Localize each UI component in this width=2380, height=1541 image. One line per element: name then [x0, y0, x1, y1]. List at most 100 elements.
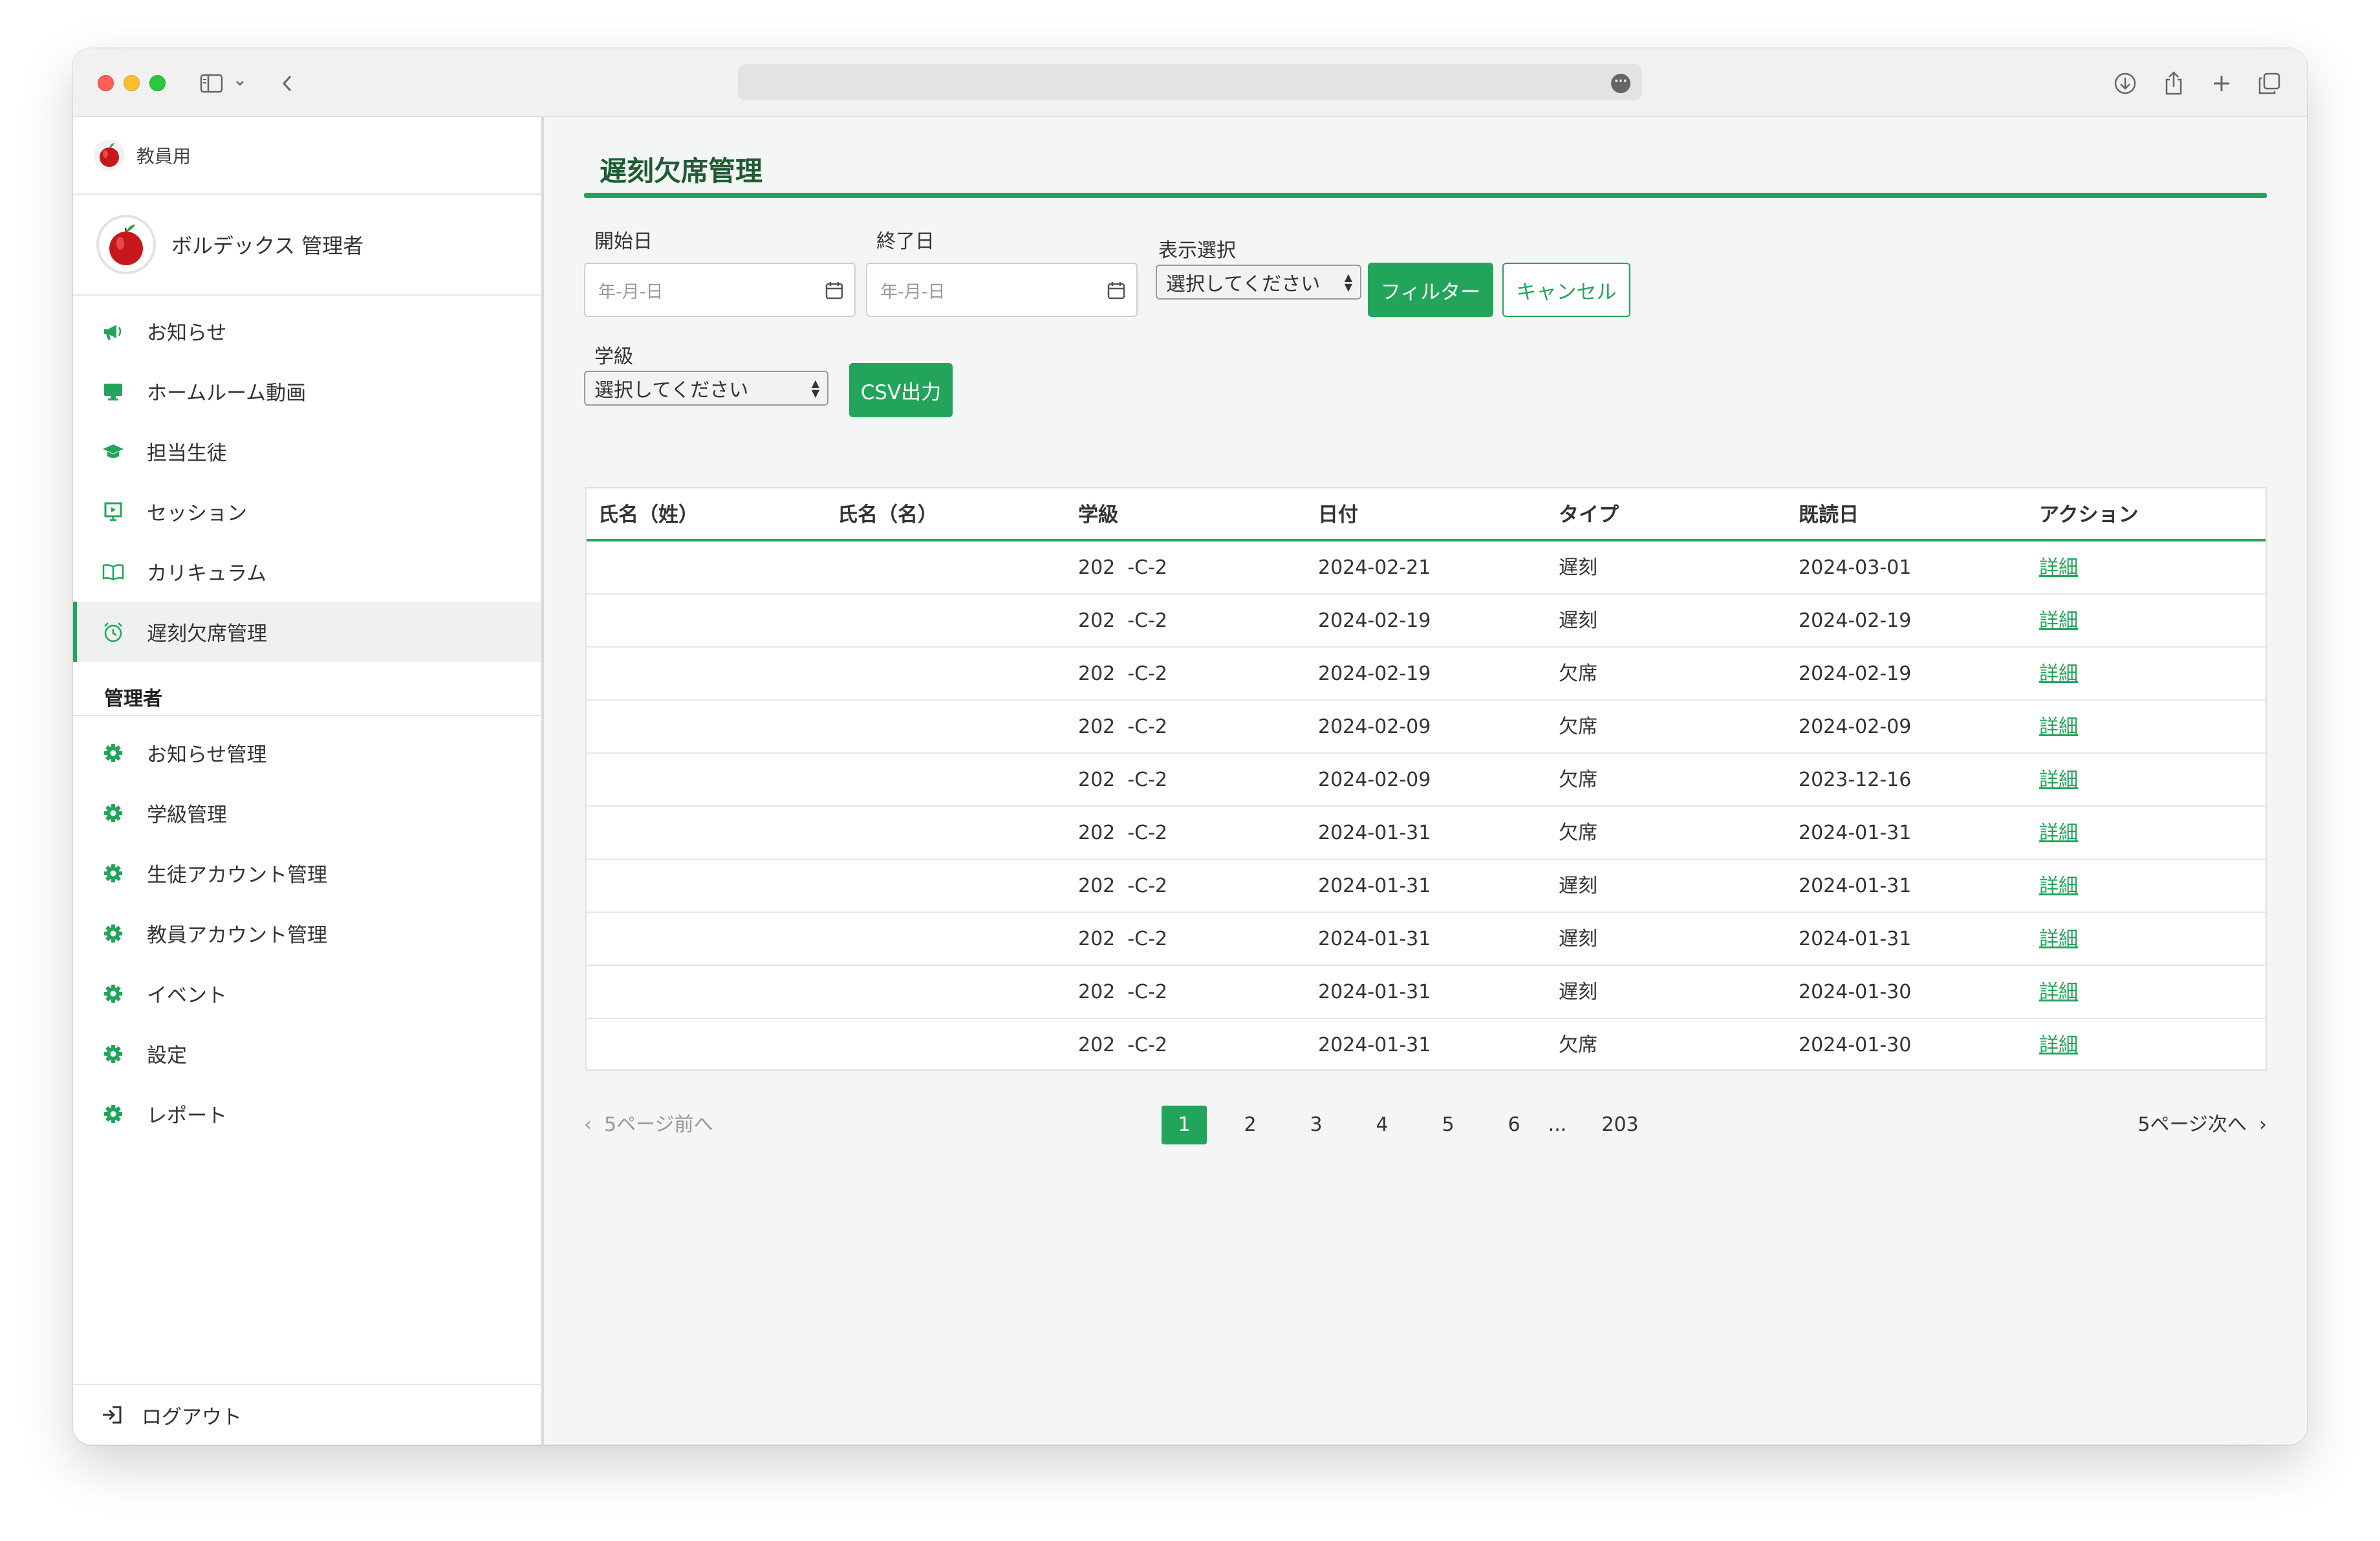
sidebar-item-homeroom-video[interactable]: ホームルーム動画 — [73, 361, 541, 421]
sidebar-item-curriculum[interactable]: カリキュラム — [73, 541, 541, 602]
table-cell-read: 2024-01-31 — [1799, 875, 1912, 897]
sidebar-item-announcement-admin[interactable]: お知らせ管理 — [73, 723, 541, 783]
detail-link[interactable]: 詳細 — [2039, 1019, 2078, 1072]
pagination-page[interactable]: 203 — [1597, 1106, 1643, 1144]
download-icon[interactable] — [2112, 69, 2138, 98]
display-select[interactable]: 選択してください ▲ ▼ — [1156, 265, 1361, 300]
sidebar-item-reports[interactable]: レポート — [73, 1084, 541, 1144]
sidebar-item-events[interactable]: イベント — [73, 963, 541, 1023]
table-row: 202 -C-2 2024-01-31 遅刻 2024-01-30 詳細 — [587, 966, 2266, 1019]
table-cell-type: 欠席 — [1559, 769, 1597, 791]
chevron-right-icon: › — [2246, 1113, 2267, 1136]
sidebar-item-attendance[interactable]: 遅刻欠席管理 — [73, 602, 541, 662]
column-header[interactable]: タイプ — [1559, 488, 1619, 541]
address-bar[interactable]: ··· — [738, 64, 1642, 100]
table-body: 202 -C-2 2024-02-21 遅刻 2024-03-01 詳細 202 -C-2… — [587, 541, 2266, 1072]
pagination-ellipsis: ... — [1548, 1113, 1567, 1136]
sidebar-item-label: お知らせ管理 — [147, 743, 267, 767]
sidebar-item-label: カリキュラム — [147, 562, 267, 585]
pagination-next-button[interactable]: 5ページ次へ › — [2137, 1106, 2267, 1144]
display-select-label: 表示選択 — [1158, 239, 1236, 262]
book-icon — [102, 560, 125, 584]
megaphone-icon — [102, 320, 125, 343]
detail-link[interactable]: 詳細 — [2039, 754, 2078, 807]
detail-link[interactable]: 詳細 — [2039, 541, 2078, 595]
pagination-page[interactable]: 5 — [1425, 1106, 1471, 1144]
zoom-window-button[interactable] — [149, 75, 166, 91]
table-cell-read: 2024-01-30 — [1799, 1034, 1912, 1056]
column-header[interactable]: アクション — [2039, 488, 2138, 541]
page-title: 遅刻欠席管理 — [600, 155, 763, 187]
column-header[interactable]: 氏名（名） — [838, 488, 938, 541]
column-header[interactable]: 既読日 — [1799, 488, 1859, 541]
table-cell-date: 2024-02-19 — [1318, 662, 1431, 685]
admin-section-title: 管理者 — [73, 662, 541, 716]
sidebar-item-announcements[interactable]: お知らせ — [73, 301, 541, 361]
table-header: 氏名（姓） 氏名（名） 学級 日付 タイプ 既読日 アクション — [587, 488, 2266, 541]
pagination-page[interactable]: 1 — [1162, 1106, 1207, 1144]
sidebar-item-student-accounts[interactable]: 生徒アカウント管理 — [73, 843, 541, 903]
detail-link[interactable]: 詳細 — [2039, 648, 2078, 701]
logout-button[interactable]: ログアウト — [73, 1384, 541, 1445]
calendar-icon[interactable] — [825, 281, 844, 300]
sidebar-item-label: レポート — [147, 1104, 227, 1128]
logout-label: ログアウト — [142, 1405, 242, 1429]
chevron-down-icon[interactable] — [232, 69, 248, 98]
table-cell-read: 2024-02-09 — [1799, 716, 1912, 738]
sidebar-toggle-icon[interactable] — [197, 69, 226, 98]
table-cell-type: 欠席 — [1559, 1034, 1597, 1056]
detail-link[interactable]: 詳細 — [2039, 595, 2078, 648]
csv-export-button[interactable]: CSV出力 — [849, 363, 953, 417]
detail-link[interactable]: 詳細 — [2039, 860, 2078, 913]
table-row: 202 -C-2 2024-02-21 遅刻 2024-03-01 詳細 — [587, 541, 2266, 595]
start-date-input[interactable]: 年-月-日 — [584, 263, 856, 317]
more-icon[interactable]: ··· — [1611, 74, 1630, 93]
detail-link[interactable]: 詳細 — [2039, 913, 2078, 966]
end-date-input[interactable]: 年-月-日 — [866, 263, 1138, 317]
pagination-page[interactable]: 3 — [1293, 1106, 1339, 1144]
table-row: 202 -C-2 2024-01-31 遅刻 2024-01-31 詳細 — [587, 913, 2266, 966]
user-name: ボルデックス 管理者 — [171, 234, 364, 258]
sidebar-item-class-admin[interactable]: 学級管理 — [73, 783, 541, 843]
presentation-icon — [102, 500, 125, 523]
pagination-page[interactable]: 4 — [1359, 1106, 1405, 1144]
table-cell-type: 遅刻 — [1559, 981, 1597, 1003]
detail-link[interactable]: 詳細 — [2039, 701, 2078, 754]
table-row: 202 -C-2 2024-02-09 欠席 2024-02-09 詳細 — [587, 701, 2266, 754]
sidebar-item-settings[interactable]: 設定 — [73, 1023, 541, 1084]
pagination-page[interactable]: 6 — [1491, 1106, 1537, 1144]
sidebar-item-students[interactable]: 担当生徒 — [73, 421, 541, 481]
sidebar-item-teacher-accounts[interactable]: 教員アカウント管理 — [73, 903, 541, 963]
calendar-icon[interactable] — [1107, 281, 1126, 300]
sidebar-item-label: 生徒アカウント管理 — [147, 864, 327, 887]
gear-icon — [102, 802, 125, 825]
filter-button[interactable]: フィルター — [1368, 263, 1493, 317]
new-tab-icon[interactable] — [2209, 69, 2234, 98]
back-icon[interactable] — [277, 69, 297, 98]
column-header[interactable]: 日付 — [1318, 488, 1358, 541]
column-header[interactable]: 氏名（姓） — [598, 488, 698, 541]
column-header[interactable]: 学級 — [1078, 488, 1118, 541]
table-row: 202 -C-2 2024-02-19 欠席 2024-02-19 詳細 — [587, 648, 2266, 701]
select-arrows-icon: ▲ ▼ — [811, 377, 819, 399]
sidebar-item-sessions[interactable]: セッション — [73, 481, 541, 541]
table-cell-read: 2024-01-30 — [1799, 981, 1912, 1003]
table-cell-type: 欠席 — [1559, 662, 1597, 685]
table-cell-class: 202 -C-2 — [1078, 875, 1168, 897]
class-select[interactable]: 選択してください ▲ ▼ — [584, 371, 828, 406]
pagination-page[interactable]: 2 — [1228, 1106, 1273, 1144]
table-cell-class: 202 -C-2 — [1078, 1034, 1168, 1056]
sidebar-item-label: セッション — [147, 502, 247, 525]
share-icon[interactable] — [2161, 69, 2187, 98]
minimize-window-button[interactable] — [124, 75, 140, 91]
browser-window: ··· 教員用 ボルデックス 管理者 お知らせ ホームルーム動画 担当生徒 セッ… — [73, 49, 2307, 1445]
table-row: 202 -C-2 2024-01-31 欠席 2024-01-31 詳細 — [587, 807, 2266, 860]
sidebar-item-label: 担当生徒 — [147, 442, 227, 465]
detail-link[interactable]: 詳細 — [2039, 807, 2078, 860]
cancel-button[interactable]: キャンセル — [1502, 263, 1630, 317]
detail-link[interactable]: 詳細 — [2039, 966, 2078, 1019]
pagination-prev-button[interactable]: ‹ 5ページ前へ — [584, 1106, 713, 1144]
close-window-button[interactable] — [98, 75, 114, 91]
tab-overview-icon[interactable] — [2256, 69, 2282, 98]
display-select-value: 選択してください — [1166, 273, 1321, 296]
